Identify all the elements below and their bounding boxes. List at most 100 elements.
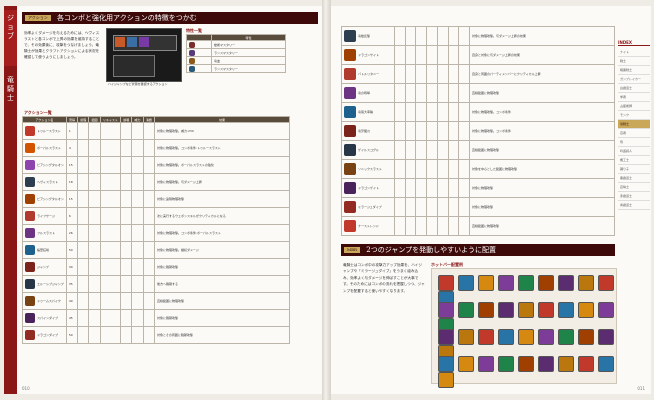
right-page: 竜槍反撃 対象に物理攻撃。与ダメージ上昇の効果 ドラゴンサイト 自身と対象に与ダメージ…: [331, 6, 651, 394]
action-name: エルーシブジャンプ: [37, 282, 64, 286]
index-item[interactable]: 占星術師: [618, 102, 650, 111]
action-icon: [25, 177, 35, 187]
index-item[interactable]: 白魔道士: [618, 84, 650, 93]
left-page: ジョブ 竜騎士 アクション 各コンボと強化用アクションの特徴をつかむ 効率よくダ…: [4, 6, 322, 394]
table-row: エルーシブジャンプ 35 後方へ跳躍する: [22, 275, 290, 293]
action-icon: [25, 126, 35, 136]
index-item[interactable]: 学者: [618, 93, 650, 102]
hotbar-slot-icon: [518, 275, 534, 291]
action-icon: [25, 313, 35, 323]
action-level: 1: [65, 122, 79, 140]
action-effect: 対象に物理攻撃。コンボ条件: [469, 102, 615, 122]
intro-text: 効率よくダメージを与えるためには、ヘヴィスラストと各コンボで上昇の効果を維持する…: [24, 31, 100, 59]
spine-label-class: 竜騎士: [7, 76, 14, 102]
action-icon: [25, 211, 35, 221]
action-table-continued: 竜槍反撃 対象に物理攻撃。与ダメージ上昇の効果 ドラゴンサイト 自身と対象に与ダメージ…: [341, 26, 615, 236]
action-table: アクション名 習得 射程 範囲 リキャスト 詠唱 威力 消費 効果 トゥルースラ…: [22, 116, 290, 344]
table-row: 桜華狂咲 50 対象に物理攻撃。継続ダメージ: [22, 241, 290, 259]
action-icon: [344, 87, 356, 99]
hotbar-slot-icon: [498, 356, 514, 372]
action-level: 30: [65, 258, 79, 276]
table-row: ピアシングタルオン 15 対象に遠隔物理攻撃: [22, 190, 290, 208]
index-item[interactable]: 暗黒騎士: [618, 66, 650, 75]
action-name: ボーパルスラスト: [37, 146, 61, 150]
section-title-bar: MBR 2つのジャンプを発動しやすいように配置: [341, 244, 615, 256]
hotbar-slot-icon: [458, 302, 474, 318]
action-icon: [344, 220, 356, 232]
index-item[interactable]: 青魔道士: [618, 201, 650, 210]
index-item[interactable]: 竜騎士: [618, 120, 650, 129]
index-item[interactable]: 忍者: [618, 129, 650, 138]
hotbar-slot-icon: [578, 356, 594, 372]
screenshot-caption: ハイジャンプなど状態を確認するアクション: [108, 82, 168, 86]
index-item[interactable]: 吟遊詩人: [618, 147, 650, 156]
action-icon: [25, 228, 35, 238]
action-name: ドラゴンダイブ: [37, 333, 59, 337]
action-effect: 次に実行するウェポンスキルがクリティカルになる: [154, 207, 290, 225]
index-item[interactable]: 黒魔道士: [618, 174, 650, 183]
action-name: 竜槍反撃: [358, 34, 371, 38]
index-item[interactable]: 踊り子: [618, 165, 650, 174]
spine-label-job: ジョブ: [7, 14, 14, 40]
table-row: ソニックスラスト 対象を中心とした範囲に物理攻撃: [341, 159, 615, 179]
action-icon: [344, 68, 356, 80]
action-level: 15: [65, 156, 79, 174]
trait-name: 竜血: [211, 56, 286, 65]
index-item[interactable]: ガンブレイカー: [618, 75, 650, 84]
action-effect: 対象に物理攻撃。威力:230: [154, 122, 290, 140]
section-title: 2つのジャンプを発動しやすいように配置: [366, 246, 496, 254]
action-effect: 対象に物理攻撃。与ダメージ上昇: [154, 173, 290, 191]
action-icon: [344, 49, 356, 61]
action-name: スパインダイブ: [37, 316, 59, 320]
action-icon: [344, 163, 356, 175]
action-effect: 対象に物理攻撃: [469, 178, 615, 198]
table-row: 竜尾大車輪 対象に物理攻撃。コンボ条件: [341, 102, 615, 122]
table-row: 竜牙龍爪 対象に物理攻撃。コンボ条件: [341, 121, 615, 141]
action-icon: [25, 245, 35, 255]
table-row: ジャンプ 30 対象に跳躍攻撃: [22, 258, 290, 276]
table-row: 竜の咆哮 直線範囲に物理攻撃: [341, 83, 615, 103]
action-effect: 自身と対象に与ダメージ上昇の効果: [469, 45, 615, 65]
game-screenshot: [106, 28, 182, 82]
hotbar-slot-icon: [518, 302, 534, 318]
action-effect: 直線範囲に物理攻撃: [469, 140, 615, 160]
action-level: 18: [65, 173, 79, 191]
action-icon: [344, 182, 356, 194]
action-effect: 対象に物理攻撃。コンボ条件:ボーパルスラスト: [154, 224, 290, 242]
section-tag: MBR: [344, 247, 361, 253]
action-name: フルスラスト: [37, 231, 55, 235]
hotbar-slot-icon: [558, 329, 574, 345]
table-row: フルスラスト 26 対象に物理攻撃。コンボ条件:ボーパルスラスト: [22, 224, 290, 242]
hotbar-example: [431, 268, 617, 388]
section-title: 各コンボと強化用アクションの特徴をつかむ: [57, 14, 197, 22]
action-name: ピアシングタルオン: [37, 163, 64, 167]
hotbar-slot-icon: [598, 302, 614, 318]
index-item[interactable]: 赤魔道士: [618, 192, 650, 201]
action-name: ヘヴィスラスト: [37, 180, 58, 184]
hotbar-slot-icon: [558, 302, 574, 318]
hotbar-slot-icon: [498, 302, 514, 318]
index-item[interactable]: 機工士: [618, 156, 650, 165]
hotbar-slot-icon: [498, 329, 514, 345]
index-sidebar: INDEX ナイト 戦士 暗黒騎士 ガンブレイカー 白魔道士 学者 占星術師 モンク 竜騎士 忍者…: [618, 40, 650, 210]
table-row: ライフサージ 6 次に実行するウェポンスキルがクリティカルになる: [22, 207, 290, 225]
hotbar-slot-icon: [478, 356, 494, 372]
index-item[interactable]: ナイト: [618, 48, 650, 57]
hotbar-slot-icon: [538, 356, 554, 372]
action-effect: 後方へ跳躍する: [154, 275, 290, 293]
index-item[interactable]: モンク: [618, 111, 650, 120]
action-level: 4: [65, 139, 79, 157]
index-item[interactable]: 召喚士: [618, 183, 650, 192]
hotbar-slot-icon: [558, 356, 574, 372]
action-name: ドラゴンサイト: [358, 53, 380, 57]
table-row: ピアシングタルオン 15 対象に物理攻撃。ボーパルスラストの強化: [22, 156, 290, 174]
action-icon: [344, 30, 356, 42]
index-item[interactable]: 戦士: [618, 57, 650, 66]
action-icon: [344, 144, 356, 156]
index-item[interactable]: 侍: [618, 138, 650, 147]
job-spine: ジョブ 竜騎士: [4, 6, 17, 394]
table-row: トゥルースラスト 1 対象に物理攻撃。威力:230: [22, 122, 290, 140]
action-level: 50: [65, 326, 79, 344]
action-effect: 対象とその周囲に跳躍攻撃: [154, 326, 290, 344]
action-level: 45: [65, 309, 79, 327]
